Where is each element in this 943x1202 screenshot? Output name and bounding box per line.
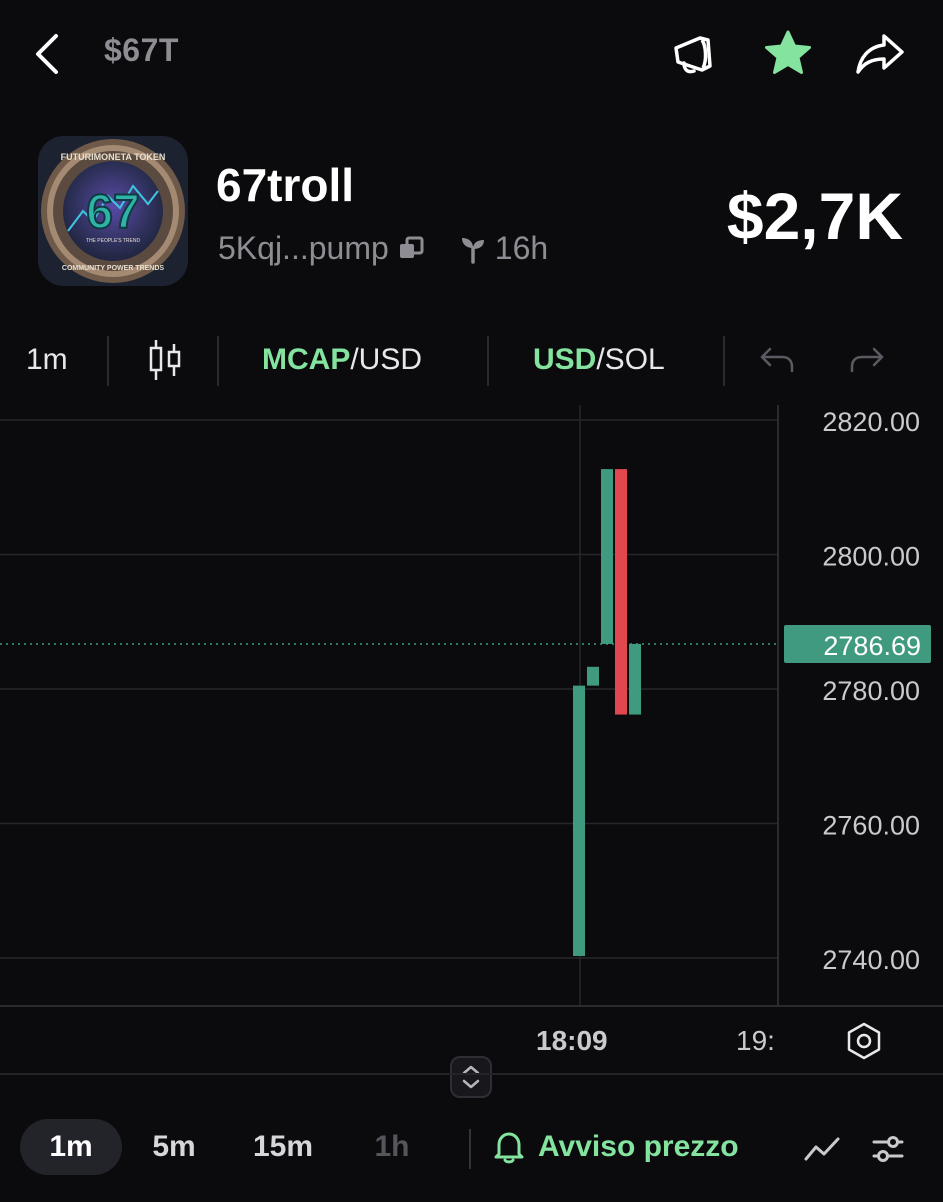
y-tick-3: 2760.00 [822,811,920,841]
y-tick-1: 2800.00 [822,542,920,572]
timeframe-1h[interactable]: 1h [364,1119,420,1175]
candlestick-chart[interactable]: 2820.00 2800.00 2780.00 2760.00 2740.00 2786.… [0,405,943,1005]
sliders-icon [872,1136,904,1162]
y-tick-4: 2740.00 [822,945,920,975]
token-age: 16h [494,230,549,266]
token-avatar: FUTURIMONETA TOKEN 67 THE PEOPLE'S TREND… [38,136,188,286]
indicators-button[interactable] [802,1129,842,1169]
candle-3 [615,469,627,715]
megaphone-icon [674,36,712,74]
copy-icon [399,236,424,258]
interval-selector[interactable]: 1m [26,330,68,390]
token-address: 5Kqj...pump [218,230,389,266]
mcap-usd-toggle[interactable]: MCAP/USD [262,330,422,390]
timeframe-15m[interactable]: 15m [240,1119,326,1175]
undo-icon [760,347,794,373]
redo-icon [850,347,884,373]
timeframe-5m[interactable]: 5m [140,1119,208,1175]
usd-label: USD [533,343,597,376]
bottom-bar: 1m 5m 15m 1h Avviso prezzo [0,1073,943,1202]
share-button[interactable] [852,26,908,82]
market-cap-value: $2,7K [726,179,903,253]
candle-2 [601,469,613,644]
token-name: 67troll [216,159,355,211]
settings-hex-icon [847,1022,881,1060]
y-tick-2: 2780.00 [822,676,920,706]
share-icon [856,34,904,74]
chart-options-button[interactable] [868,1129,908,1169]
avatar-number: 67 [86,186,139,239]
price-alert-label: Avviso prezzo [538,1130,739,1163]
price-chart[interactable]: 2820.00 2800.00 2780.00 2760.00 2740.00 2786.… [0,405,943,1005]
time-tick-0: 18:09 [536,1025,608,1056]
favorite-button[interactable] [760,26,816,82]
candle-4 [629,643,641,715]
price-alert-button[interactable]: Avviso prezzo [492,1119,739,1175]
candle-1 [587,666,599,686]
time-tick-1: 19: [736,1025,775,1056]
token-address-row: 5Kqj...pump 16h [218,230,548,267]
timeframe-1m[interactable]: 1m [20,1119,122,1175]
announce-button[interactable] [666,26,722,82]
chart-settings-button[interactable] [844,1021,884,1061]
candle-0 [573,685,585,956]
usd-suffix: /SOL [596,343,665,376]
back-button[interactable] [28,30,68,78]
candlestick-icon [149,340,181,380]
avatar-ring-bottom: COMMUNITY POWER TRENDS [62,265,164,272]
star-icon [765,30,811,74]
chart-type-button[interactable] [146,330,184,390]
chevron-left-icon [36,34,58,74]
usd-sol-toggle[interactable]: USD/SOL [533,330,665,390]
token-ticker: $67T [104,32,179,68]
undo-button[interactable] [758,330,796,390]
redo-button[interactable] [848,330,886,390]
mcap-label: MCAP [262,343,351,376]
bell-icon [494,1132,524,1164]
avatar-ring-mid: THE PEOPLE'S TREND [86,238,141,244]
sprout-icon [461,237,484,264]
line-chart-icon [804,1137,840,1161]
copy-address-button[interactable] [397,234,427,264]
y-tick-0: 2820.00 [822,407,920,437]
current-price-label: 2786.69 [823,631,921,661]
chart-toolbar: 1m MCAP/USD USD/SOL [0,330,943,390]
mcap-suffix: /USD [350,343,423,376]
avatar-ring-top: FUTURIMONETA TOKEN [61,152,166,162]
